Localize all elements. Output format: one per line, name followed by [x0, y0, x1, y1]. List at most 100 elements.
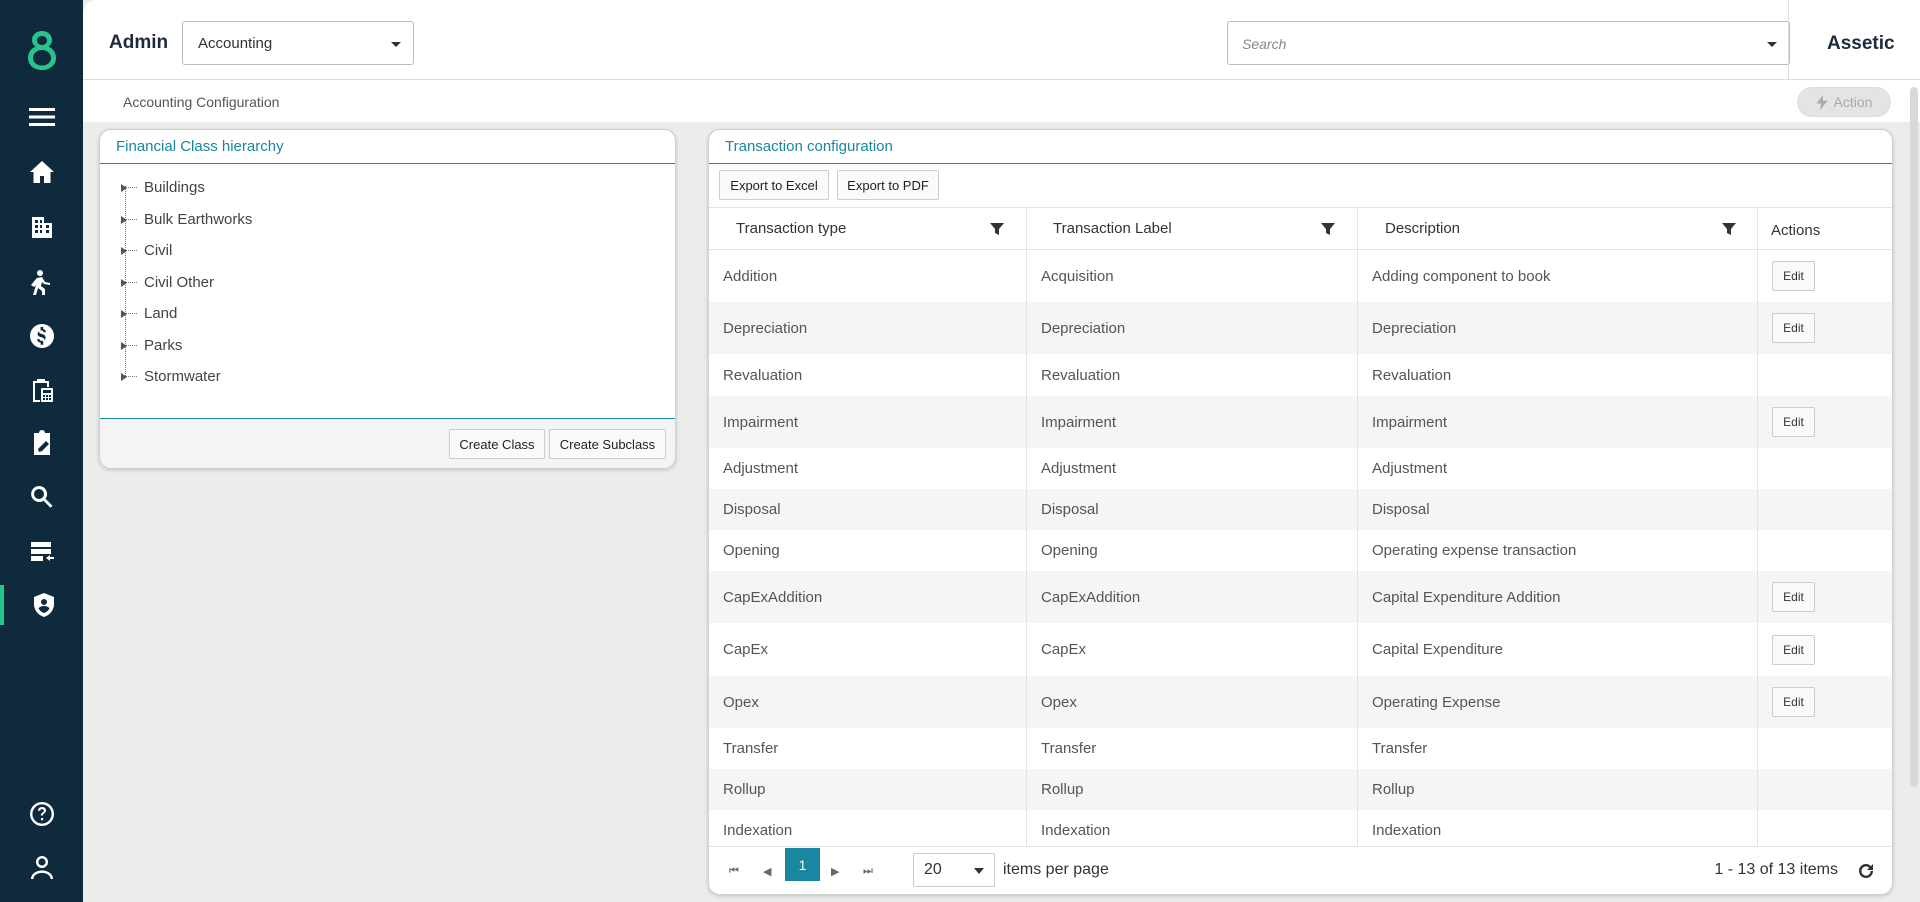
worker-icon[interactable]: [0, 262, 83, 302]
filter-icon[interactable]: [1721, 221, 1737, 237]
table-row[interactable]: Revaluation Revaluation Revaluation: [709, 354, 1892, 396]
first-page-icon[interactable]: ⏮: [729, 865, 739, 878]
logo-icon[interactable]: [0, 25, 83, 75]
table-cell-label: Acquisition: [1026, 250, 1357, 302]
table-row[interactable]: Rollup Rollup Rollup: [709, 769, 1892, 810]
column-header-label-col[interactable]: Transaction Label: [1026, 208, 1357, 251]
edit-button[interactable]: Edit: [1772, 687, 1815, 717]
page-scrollbar[interactable]: [1910, 87, 1918, 787]
edit-button[interactable]: Edit: [1772, 313, 1815, 343]
table-row[interactable]: Opex Opex Operating Expense Edit: [709, 676, 1892, 728]
filter-icon[interactable]: [1320, 221, 1336, 237]
table-cell-edit: Edit: [1757, 676, 1892, 728]
edit-button[interactable]: Edit: [1772, 261, 1815, 291]
tree-item-label: Parks: [144, 336, 183, 354]
chevron-down-icon: [391, 42, 401, 47]
expand-arrow-icon[interactable]: [121, 184, 127, 192]
tree-item[interactable]: Parks: [100, 336, 675, 368]
table-cell-type: Disposal: [709, 489, 1026, 530]
tree-item-label: Stormwater: [144, 368, 221, 385]
expand-arrow-icon[interactable]: [121, 373, 127, 381]
menu-icon[interactable]: [0, 97, 83, 137]
search-icon[interactable]: [0, 477, 83, 517]
column-header-description[interactable]: Description: [1357, 208, 1757, 251]
server-icon[interactable]: [0, 532, 83, 572]
user-icon[interactable]: [0, 847, 83, 887]
table-cell-edit: [1757, 530, 1892, 571]
expand-arrow-icon[interactable]: [121, 341, 127, 350]
filter-icon[interactable]: [989, 221, 1005, 237]
clipboard-edit-icon[interactable]: [0, 423, 83, 463]
table-cell-type: Opex: [709, 676, 1026, 728]
column-header-type[interactable]: Transaction type: [709, 208, 1026, 251]
tree-item[interactable]: Bulk Earthworks: [100, 210, 675, 242]
tree-item-label: Civil Other: [144, 273, 215, 291]
transaction-config-panel: Transaction configuration Export to Exce…: [708, 129, 1893, 895]
expand-arrow-icon[interactable]: [121, 215, 127, 224]
cell-text: Operating Expense: [1372, 693, 1501, 711]
edit-button[interactable]: Edit: [1772, 407, 1815, 437]
next-page-icon[interactable]: ▶: [831, 865, 839, 878]
table-row[interactable]: Transfer Transfer Transfer: [709, 728, 1892, 769]
expand-arrow-icon[interactable]: [121, 278, 127, 287]
buildings-icon[interactable]: [0, 207, 83, 247]
last-page-icon[interactable]: ⏭: [863, 865, 873, 878]
create-class-button[interactable]: Create Class: [449, 429, 545, 459]
help-icon[interactable]: [0, 794, 83, 834]
page-size-select[interactable]: 20: [913, 853, 995, 887]
cell-text: Depreciation: [723, 319, 808, 337]
table-cell-label: Opex: [1026, 676, 1357, 728]
table-row[interactable]: Disposal Disposal Disposal: [709, 489, 1892, 530]
grid-header: Transaction type Transaction Label Descr…: [709, 207, 1892, 251]
table-cell-type: Adjustment: [709, 448, 1026, 489]
export-excel-button[interactable]: Export to Excel: [719, 170, 829, 200]
table-row[interactable]: Opening Opening Operating expense transact…: [709, 530, 1892, 571]
cell-text: Operating expense transaction: [1372, 542, 1577, 559]
export-pdf-button[interactable]: Export to PDF: [837, 170, 939, 200]
table-row[interactable]: CapEx CapEx Capital Expenditure Edit: [709, 623, 1892, 676]
create-subclass-button[interactable]: Create Subclass: [549, 429, 666, 459]
table-row[interactable]: Depreciation Depreciation Depreciation Edit: [709, 302, 1892, 354]
table-cell-type: Transfer: [709, 728, 1026, 769]
expand-arrow-icon[interactable]: [121, 247, 127, 255]
tree-list: Buildings Bulk Earthworks Civil Civil Other…: [100, 178, 675, 399]
table-cell-description: Revaluation: [1357, 354, 1757, 396]
table-cell-description: Operating expense transaction: [1357, 530, 1757, 571]
page-number-button[interactable]: 1: [785, 848, 820, 881]
column-header-label: Transaction Label: [1053, 220, 1172, 237]
cell-text: Disposal: [1041, 501, 1099, 518]
table-row[interactable]: Adjustment Adjustment Adjustment: [709, 448, 1892, 489]
tree-item[interactable]: Stormwater: [100, 367, 675, 399]
tree-item[interactable]: Civil: [100, 241, 675, 273]
financial-class-panel: Financial Class hierarchy Buildings Bulk …: [99, 129, 676, 469]
tree-item-label: Buildings: [144, 179, 205, 196]
table-row[interactable]: CapExAddition CapExAddition Capital Expend…: [709, 571, 1892, 623]
action-button[interactable]: Action: [1797, 87, 1891, 117]
expand-arrow-icon[interactable]: [121, 310, 127, 318]
table-cell-description: Impairment: [1357, 396, 1757, 448]
table-cell-edit: Edit: [1757, 302, 1892, 354]
table-cell-type: CapExAddition: [709, 571, 1026, 623]
module-select[interactable]: Accounting: [182, 21, 414, 65]
clipboard-calc-icon[interactable]: [0, 370, 83, 410]
column-header-actions: Actions: [1757, 208, 1892, 251]
table-cell-type: Depreciation: [709, 302, 1026, 354]
tree-item[interactable]: Civil Other: [100, 273, 675, 305]
refresh-icon[interactable]: [1856, 861, 1876, 881]
table-row[interactable]: Indexation Indexation Indexation: [709, 810, 1892, 851]
table-cell-description: Rollup: [1357, 769, 1757, 810]
prev-page-icon[interactable]: ◀: [763, 865, 771, 878]
tree-item[interactable]: Land: [100, 304, 675, 336]
shield-icon[interactable]: [0, 585, 83, 625]
table-row[interactable]: Impairment Impairment Impairment Edit: [709, 396, 1892, 448]
tree-item[interactable]: Buildings: [100, 178, 675, 210]
edit-button[interactable]: Edit: [1772, 582, 1815, 612]
cell-text: Transfer: [1041, 740, 1097, 757]
search-input[interactable]: Search: [1227, 21, 1790, 65]
cell-text: Revaluation: [1041, 366, 1121, 384]
chevron-down-icon: [974, 868, 984, 874]
table-row[interactable]: Addition Acquisition Adding component to b…: [709, 250, 1892, 302]
finance-icon[interactable]: [0, 316, 83, 356]
edit-button[interactable]: Edit: [1772, 634, 1815, 665]
home-icon[interactable]: [0, 152, 83, 192]
